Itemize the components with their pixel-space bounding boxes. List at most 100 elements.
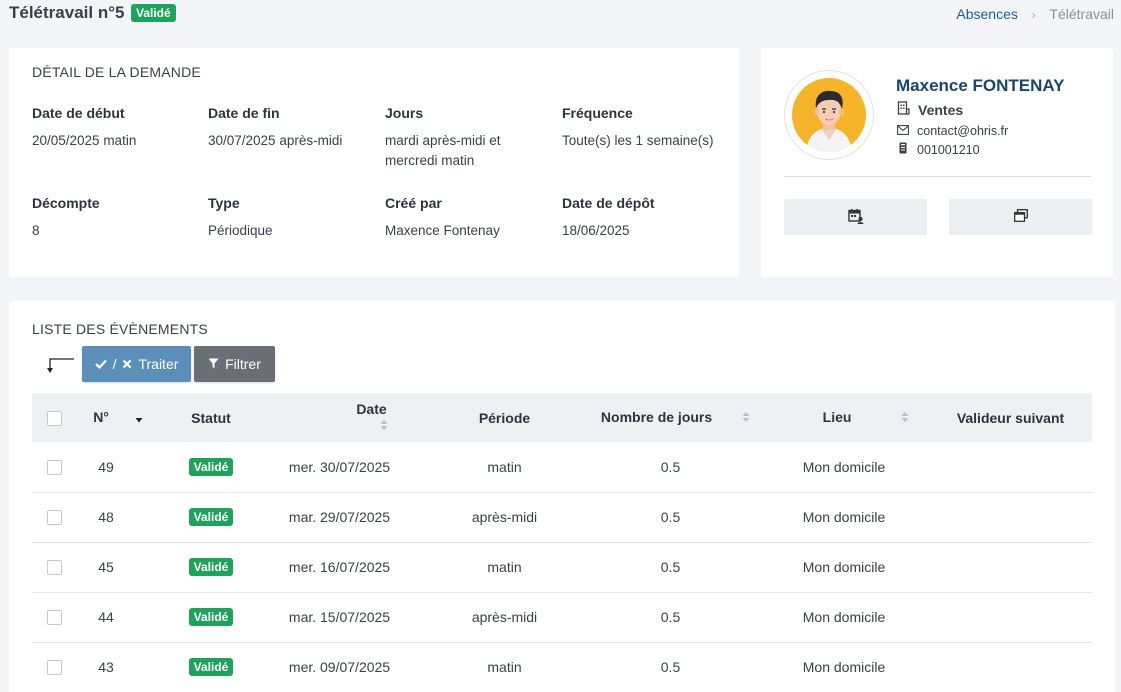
cell-date: mer. 30/07/2025 — [288, 458, 391, 475]
column-label: Valideur suivant — [956, 409, 1065, 426]
field-value-line: mercredi matin — [385, 153, 475, 168]
column-label: Statut — [191, 409, 231, 426]
cell-num: 48 — [98, 509, 114, 525]
sort-icon[interactable] — [901, 410, 909, 426]
column-label: Nombre de jours — [600, 408, 713, 425]
column-header-date[interactable]: Date — [262, 393, 427, 442]
field-label: Créé par — [385, 195, 442, 211]
field-value: 30/07/2025 après-midi — [208, 133, 343, 148]
filter-button-label: Filtrer — [225, 356, 261, 372]
section-title-detail: DÉTAIL DE LA DEMANDE — [32, 64, 201, 80]
table-row[interactable]: 49 Validé mer. 30/07/2025 matin 0.5 Mon … — [32, 442, 1092, 492]
field-value: Toute(s) les 1 semaine(s) — [562, 133, 714, 148]
table-row[interactable]: 48 Validé mar. 29/07/2025 après-midi 0.5… — [32, 492, 1092, 542]
field-label: Date de dépôt — [562, 195, 655, 211]
field-value: 18/06/2025 — [562, 223, 630, 238]
field-label: Décompte — [32, 195, 100, 211]
sort-icon[interactable] — [742, 410, 750, 426]
employee-calendar-button[interactable] — [784, 199, 927, 235]
cell-lieu: Mon domicile — [802, 559, 886, 575]
row-checkbox[interactable] — [46, 610, 62, 626]
sort-desc-icon[interactable] — [135, 410, 143, 426]
column-header-lieu[interactable]: Lieu — [759, 393, 929, 442]
sort-icon[interactable] — [380, 418, 388, 434]
table-row[interactable]: 45 Validé mer. 16/07/2025 matin 0.5 Mon … — [32, 542, 1092, 592]
process-button-label: Traiter — [138, 356, 179, 372]
window-restore-icon — [1013, 209, 1028, 225]
filter-button[interactable]: Filtrer — [194, 346, 275, 382]
breadcrumb-link-absences[interactable]: Absences — [956, 6, 1017, 22]
building-icon — [897, 101, 910, 118]
divider — [784, 176, 1091, 177]
cell-date: mar. 29/07/2025 — [288, 509, 391, 525]
events-list-card: LISTE DES ÉVÈNEMENTS / Traiter Filtrer N… — [9, 301, 1115, 692]
cell-valideur — [929, 542, 1092, 592]
process-button[interactable]: / Traiter — [82, 346, 191, 382]
field-date-fin: Date de fin 30/07/2025 après-midi — [208, 105, 378, 151]
field-value: 8 — [32, 223, 40, 238]
employee-name[interactable]: Maxence FONTENAY — [896, 76, 1064, 96]
filter-icon — [208, 356, 219, 372]
breadcrumb-current: Télétravail — [1049, 6, 1114, 22]
row-checkbox[interactable] — [46, 560, 62, 576]
cell-valideur — [929, 442, 1092, 492]
column-header-num[interactable]: N° — [76, 393, 160, 442]
field-value-line: mardi après-midi et — [385, 133, 501, 148]
status-badge: Validé — [188, 608, 234, 626]
user-avatar-icon — [792, 78, 866, 152]
envelope-icon — [897, 124, 909, 138]
cell-periode: matin — [487, 458, 522, 475]
row-checkbox-cell — [32, 592, 76, 642]
section-title-events: LISTE DES ÉVÈNEMENTS — [32, 321, 208, 337]
cell-num: 43 — [98, 659, 114, 675]
row-checkbox-cell — [32, 642, 76, 692]
cell-lieu: Mon domicile — [802, 509, 886, 525]
cell-statut: Validé — [160, 442, 262, 492]
field-label: Type — [208, 195, 240, 211]
column-header-nb-jours[interactable]: Nombre de jours — [582, 393, 759, 442]
field-value: mardi après-midi et mercredi matin — [385, 131, 555, 171]
open-window-button[interactable] — [949, 199, 1092, 235]
field-type: Type Périodique — [208, 195, 378, 241]
status-badge: Validé — [188, 558, 234, 576]
row-checkbox-cell — [32, 492, 76, 542]
field-label: Date de début — [32, 105, 125, 121]
column-label: N° — [93, 408, 109, 425]
cell-lieu: Mon domicile — [802, 609, 886, 625]
email-text: contact@ohris.fr — [917, 124, 1009, 138]
status-badge: Validé — [131, 4, 176, 22]
cell-periode: après-midi — [471, 609, 538, 625]
select-all-checkbox[interactable] — [46, 410, 62, 426]
chevron-right-icon: › — [1031, 8, 1036, 22]
row-checkbox[interactable] — [46, 510, 62, 526]
select-arrow-icon[interactable] — [46, 356, 76, 376]
cell-periode: matin — [487, 659, 522, 675]
column-label: Période — [478, 409, 531, 426]
cell-date: mer. 09/07/2025 — [288, 659, 391, 675]
status-badge: Validé — [188, 508, 234, 526]
cell-nb-jours: 0.5 — [660, 458, 681, 475]
cell-periode: matin — [487, 559, 522, 575]
field-decompte: Décompte 8 — [32, 195, 202, 241]
row-checkbox[interactable] — [46, 660, 62, 676]
column-header-periode: Période — [427, 393, 582, 442]
cell-valideur — [929, 592, 1092, 642]
column-label: Lieu — [822, 408, 852, 425]
field-label: Fréquence — [562, 105, 633, 121]
column-header-statut: Statut — [160, 393, 262, 442]
times-icon — [122, 356, 132, 372]
cell-nb-jours: 0.5 — [660, 559, 681, 575]
cell-valideur — [929, 642, 1092, 692]
cell-statut: Validé — [160, 592, 262, 642]
cell-lieu: Mon domicile — [802, 458, 886, 475]
row-checkbox[interactable] — [46, 460, 62, 476]
field-value: Maxence Fontenay — [385, 223, 500, 238]
field-label: Date de fin — [208, 105, 280, 121]
status-badge: Validé — [188, 457, 234, 476]
cell-nb-jours: 0.5 — [660, 509, 681, 525]
table-row[interactable]: 43 Validé mer. 09/07/2025 matin 0.5 Mon … — [32, 642, 1092, 692]
cell-lieu: Mon domicile — [802, 659, 886, 675]
events-table: N° Statut Date Période Nombre de jours L… — [32, 393, 1092, 692]
table-row[interactable]: 44 Validé mar. 15/07/2025 après-midi 0.5… — [32, 592, 1092, 642]
employee-email: contact@ohris.fr — [897, 124, 1008, 138]
